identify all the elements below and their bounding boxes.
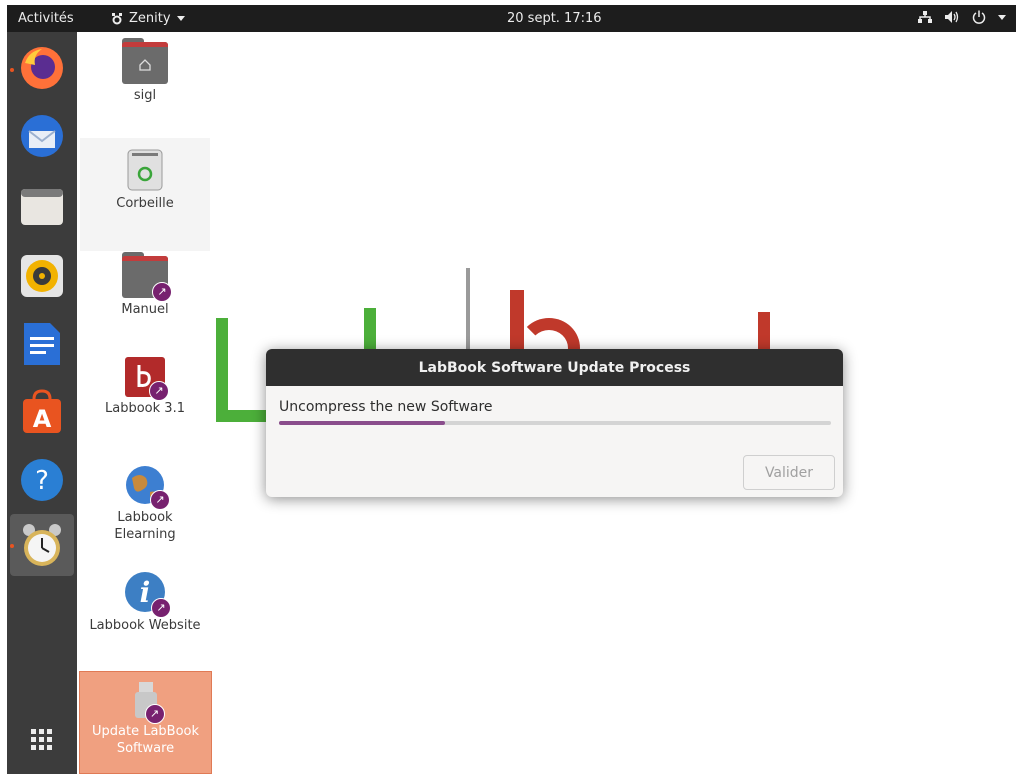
desktop-icon-website[interactable]: i ↗ Labbook Website (80, 570, 210, 634)
shortcut-arrow-icon: ↗ (151, 598, 171, 618)
power-icon (972, 10, 986, 24)
top-bar: Activités Zenity 20 sept. 17:16 (7, 5, 1016, 32)
shortcut-arrow-icon: ↗ (144, 704, 165, 724)
info-link-icon: i ↗ (123, 570, 171, 618)
alarm-clock-icon (23, 524, 61, 566)
home-folder-icon (122, 38, 168, 84)
app-menu-label: Zenity (129, 11, 171, 26)
desktop-icon-label: Corbeille (116, 196, 174, 211)
activities-button[interactable]: Activités (18, 11, 74, 26)
shortcut-arrow-icon: ↗ (152, 282, 172, 302)
dialog-titlebar[interactable]: LabBook Software Update Process (266, 349, 843, 386)
labbook-app-icon: ↗ (125, 357, 169, 401)
progress-bar (279, 421, 831, 425)
dock-item-alarm-clock[interactable] (10, 514, 74, 576)
show-applications-icon (31, 729, 52, 750)
trash-icon (126, 146, 164, 192)
firefox-icon (21, 47, 63, 89)
dock-item-files[interactable] (7, 178, 77, 234)
shortcut-arrow-icon: ↗ (150, 490, 170, 510)
dock: A ? (7, 32, 77, 774)
help-icon: ? (21, 459, 63, 501)
update-dialog: LabBook Software Update Process Uncompre… (266, 349, 843, 497)
usb-link-icon: ↗ (131, 680, 165, 724)
writer-icon (24, 323, 60, 365)
desktop-icon-labbook[interactable]: ↗ Labbook 3.1 (80, 357, 210, 417)
thunderbird-icon (21, 115, 63, 157)
running-indicator (10, 544, 14, 548)
software-center-icon: A (23, 389, 61, 433)
svg-text:A: A (33, 405, 52, 433)
dialog-title: LabBook Software Update Process (418, 359, 691, 376)
files-icon (21, 189, 63, 225)
network-icon (918, 11, 932, 23)
svg-text:i: i (140, 576, 151, 609)
clock[interactable]: 20 sept. 17:16 (507, 11, 602, 26)
dialog-message: Uncompress the new Software (279, 399, 493, 415)
dock-item-help[interactable]: ? (7, 452, 77, 508)
desktop-icon-home[interactable]: sigl (80, 38, 210, 104)
zenity-app-icon (112, 12, 122, 24)
validate-button[interactable]: Valider (743, 455, 835, 490)
rhythmbox-icon (21, 255, 63, 297)
svg-text:?: ? (35, 466, 49, 496)
desktop-icon-label: Labbook Website (89, 618, 201, 633)
desktop-icon-label: Labbook 3.1 (105, 401, 185, 416)
progress-bar-fill (279, 421, 445, 425)
desktop-icon-trash[interactable]: Corbeille (80, 138, 210, 251)
chevron-down-icon (998, 14, 1006, 20)
desktop-icon-update-labbook[interactable]: ↗ Update LabBook Software (79, 671, 212, 774)
dock-item-rhythmbox[interactable] (7, 248, 77, 304)
system-tray[interactable] (918, 10, 1006, 24)
dock-item-writer[interactable] (7, 316, 77, 372)
dock-item-software-center[interactable]: A (7, 384, 77, 440)
globe-link-icon: ↗ (124, 464, 170, 510)
desktop-icon-label: Update LabBook Software (91, 724, 200, 756)
shortcut-arrow-icon: ↗ (149, 381, 169, 401)
app-menu[interactable]: Zenity (111, 11, 185, 26)
chevron-down-icon (176, 16, 185, 21)
desktop-icon-elearning[interactable]: ↗ Labbook Elearning (80, 464, 210, 543)
folder-link-icon: ↗ (122, 252, 172, 302)
dock-item-firefox[interactable] (7, 40, 77, 96)
volume-icon (945, 11, 959, 23)
desktop-icon-manual[interactable]: ↗ Manuel (80, 252, 210, 318)
desktop-icon-label: sigl (133, 88, 157, 103)
dock-item-thunderbird[interactable] (7, 108, 77, 164)
desktop-icon-label: Manuel (121, 302, 169, 317)
desktop-icon-label: Labbook Elearning (114, 510, 176, 542)
show-applications-button[interactable] (7, 712, 77, 768)
